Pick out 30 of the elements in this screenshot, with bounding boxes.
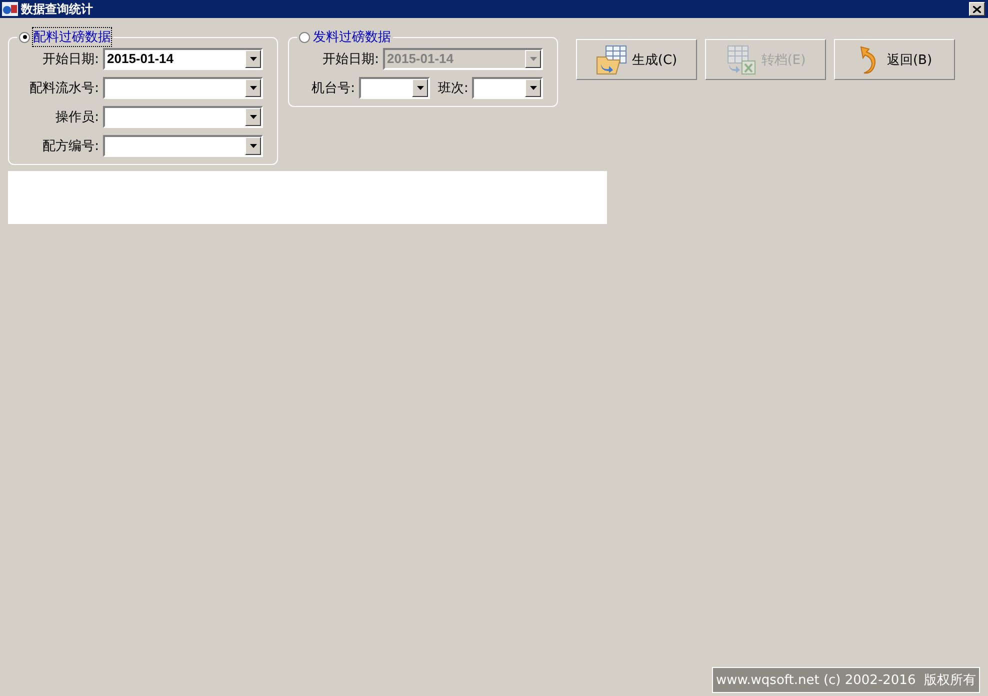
field-label: 开始日期: <box>322 51 379 68</box>
copyright-label: www.wqsoft.net (c) 2002-2016 版权所有 <box>712 667 980 693</box>
table-folder-icon <box>596 44 628 74</box>
close-button[interactable] <box>969 2 985 16</box>
dropdown-arrow-icon <box>250 57 256 61</box>
field-label: 操作员: <box>54 109 99 126</box>
dropdown-arrow-icon <box>250 86 256 90</box>
window-title: 数据查询统计 <box>21 0 94 18</box>
close-icon <box>973 6 981 12</box>
field-label: 机台号: <box>310 80 355 97</box>
radio-label[interactable]: 发料过磅数据 <box>313 28 391 46</box>
radio-label[interactable]: 配料过磅数据 <box>33 28 111 46</box>
dropdown-arrow-icon <box>416 86 424 90</box>
combo-box[interactable] <box>359 77 430 99</box>
toolbar-button[interactable]: 返回(B) <box>834 39 955 80</box>
field-label: 配方编号: <box>42 138 99 155</box>
dropdown-arrow-icon <box>530 57 536 61</box>
dropdown-arrow-icon <box>250 144 256 148</box>
field-label: 配料流水号: <box>28 80 99 97</box>
toolbar-button[interactable]: 生成(C) <box>576 39 697 80</box>
table-spreadsheet-icon <box>725 44 758 74</box>
field-label: 开始日期: <box>42 51 99 68</box>
field-label: 班次: <box>438 80 468 97</box>
combo-box[interactable] <box>472 77 544 99</box>
radio-button[interactable] <box>299 32 310 42</box>
combo-box[interactable]: 2015-01-14 <box>103 48 263 70</box>
app-icon <box>2 2 18 16</box>
radio-button[interactable] <box>19 32 30 42</box>
dropdown-arrow-icon <box>530 86 537 90</box>
dropdown-arrow-icon <box>250 115 256 119</box>
